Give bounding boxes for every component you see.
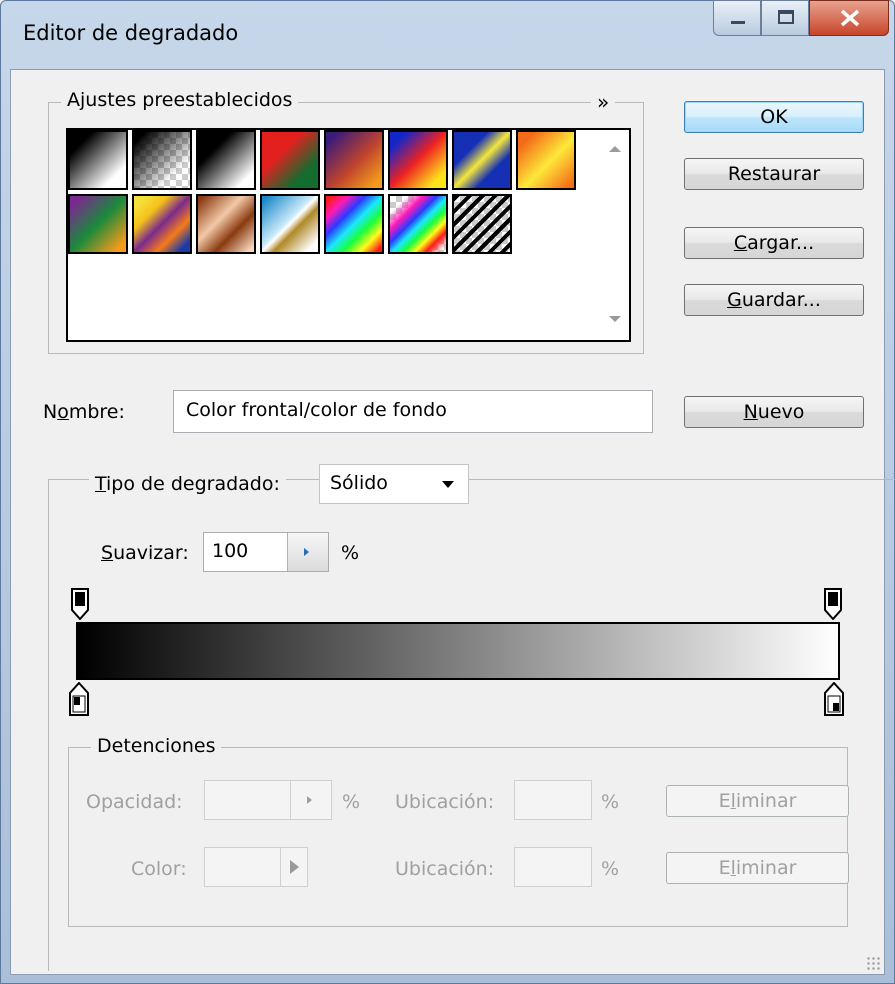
gradient-type-label: Tipo de degradado: [89,473,286,495]
preset-swatch[interactable] [516,130,576,190]
new-button[interactable]: Nuevo [684,396,864,428]
load-button[interactable]: Cargar... [684,227,864,259]
preset-swatch[interactable] [324,130,384,190]
scroll-up-icon[interactable] [609,146,621,152]
delete-opacity-stop-button: Eliminar [666,785,849,817]
color-location-label: Ubicación: [395,858,495,880]
new-accel: N [743,401,758,423]
color-stop-right[interactable] [824,681,844,716]
smooth-input[interactable]: 100 [203,532,329,572]
color-location-input [514,847,592,887]
dialog-client-area: Ajustes preestablecidos » OK Restaurar C… [10,69,895,975]
opacity-location-input [514,780,592,820]
preset-swatch[interactable] [132,194,192,254]
preset-swatch[interactable] [388,194,448,254]
preset-swatch[interactable] [452,130,512,190]
arrow-right-icon [290,860,299,874]
preset-swatch[interactable] [196,130,256,190]
delete-color-stop-button: Eliminar [666,852,849,884]
gradient-editor-window: Editor de degradado Ajustes preestableci… [0,0,895,984]
color-stop-left[interactable] [69,681,89,716]
preset-swatch[interactable] [132,130,192,190]
opacity-unit: % [342,791,361,813]
close-icon [810,6,888,35]
save-button[interactable]: Guardar... [684,284,864,316]
opacity-location-unit: % [601,791,620,813]
preset-swatch[interactable] [68,130,128,190]
window-title: Editor de degradado [23,21,239,45]
minimize-button[interactable] [713,0,761,36]
presets-legend: Ajustes preestablecidos [61,89,299,111]
restore-button[interactable]: Restaurar [684,158,864,190]
opacity-input [204,780,332,820]
preset-swatch[interactable] [260,130,320,190]
color-swatch-picker [204,847,308,887]
arrow-right-icon [304,548,309,556]
presets-menu-button[interactable]: » [591,90,616,114]
opacity-label: Opacidad: [86,791,183,813]
opacity-stop-right[interactable] [824,588,842,621]
title-bar[interactable]: Editor de degradado [1,0,894,71]
name-label: Nombre: [43,401,125,423]
close-button[interactable] [809,0,889,36]
gradient-type-select[interactable]: Sólido [319,464,469,504]
color-menu-button [280,848,307,886]
preset-swatch[interactable] [388,130,448,190]
new-label: uevo [757,401,805,423]
color-location-unit: % [601,858,620,880]
ok-button[interactable]: OK [684,101,864,133]
preset-swatch[interactable] [324,194,384,254]
presets-grid [66,128,631,342]
minimize-icon [714,6,760,35]
opacity-stepper-button [290,781,331,819]
scroll-down-icon[interactable] [609,316,621,322]
color-label: Color: [131,858,187,880]
smooth-stepper-button[interactable] [287,533,328,571]
preset-swatch[interactable] [260,194,320,254]
resize-grip-icon[interactable] [866,956,880,970]
stops-group [68,747,848,927]
smooth-label: Suavizar: [101,542,189,564]
load-accel: C [733,232,748,254]
chevron-down-icon [442,481,454,488]
save-label: uardar... [741,289,821,311]
opacity-stop-left[interactable] [71,588,89,621]
maximize-button[interactable] [761,0,809,36]
preset-swatch[interactable] [452,194,512,254]
smooth-unit: % [341,542,360,564]
stops-legend: Detenciones [91,735,222,757]
preset-swatch[interactable] [68,194,128,254]
load-label: argar... [747,232,815,254]
gradient-preview-bar[interactable] [76,622,840,680]
maximize-icon [762,6,808,35]
presets-scrollbar[interactable] [601,130,629,340]
save-accel: G [727,289,742,311]
name-input[interactable]: Color frontal/color de fondo [173,390,653,433]
arrow-right-icon [307,796,312,804]
preset-swatch[interactable] [196,194,256,254]
opacity-location-label: Ubicación: [395,791,495,813]
